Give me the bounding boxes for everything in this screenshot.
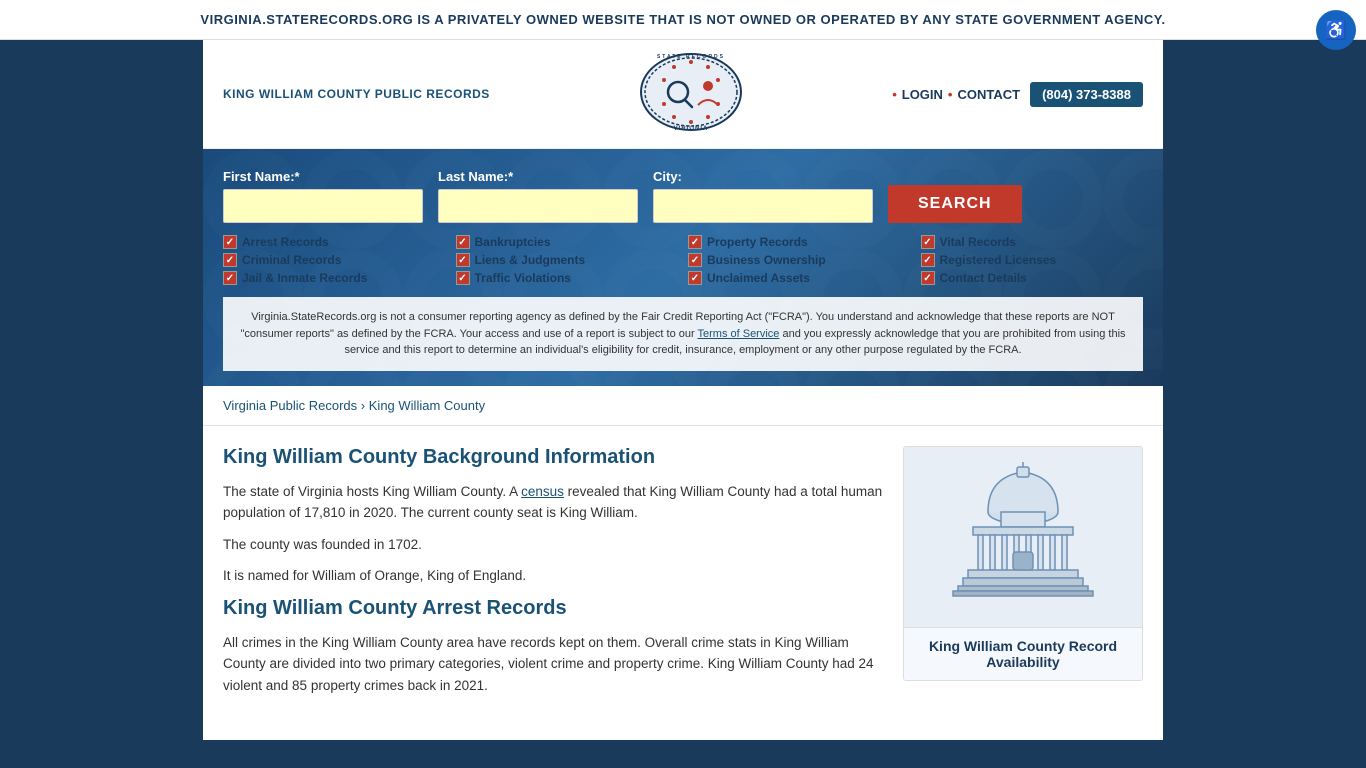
header-nav: • LOGIN • CONTACT (804) 373-8388 (892, 82, 1143, 107)
checkbox-item[interactable]: Property Records (688, 235, 911, 249)
main-wrapper: KING WILLIAM COUNTY PUBLIC RECORDS (203, 40, 1163, 740)
arrest-section-title: King William County Arrest Records (223, 597, 883, 620)
dot1: • (892, 87, 897, 102)
disclaimer: Virginia.StateRecords.org is not a consu… (223, 297, 1143, 371)
checkbox-box (456, 271, 470, 285)
checkbox-label: Vital Records (940, 235, 1016, 249)
capitol-building-icon (943, 457, 1103, 617)
svg-text:STATE RECORDS: STATE RECORDS (657, 54, 725, 60)
sidebar-card: King William County Record Availability (903, 446, 1143, 681)
banner-text: VIRGINIA.STATERECORDS.ORG IS A PRIVATELY… (200, 12, 1165, 27)
last-name-label: Last Name:* (438, 169, 638, 184)
checkbox-area: Arrest Records Bankruptcies Property Recor… (223, 235, 1143, 285)
tos-link[interactable]: Terms of Service (698, 328, 780, 340)
checkbox-item[interactable]: Vital Records (921, 235, 1144, 249)
city-field: City: (653, 169, 873, 223)
breadcrumb-separator: › (361, 398, 365, 413)
header: KING WILLIAM COUNTY PUBLIC RECORDS (203, 40, 1163, 149)
checkbox-item[interactable]: Arrest Records (223, 235, 446, 249)
breadcrumb-current: King William County (369, 398, 485, 413)
checkbox-item[interactable]: Jail & Inmate Records (223, 271, 446, 285)
checkbox-box (456, 235, 470, 249)
census-link[interactable]: census (521, 484, 564, 499)
svg-text:VIRGINIA: VIRGINIA (674, 126, 709, 132)
checkbox-box (688, 253, 702, 267)
checkbox-label: Business Ownership (707, 253, 826, 267)
arrest-para: All crimes in the King William County ar… (223, 632, 883, 697)
checkbox-label: Arrest Records (242, 235, 329, 249)
login-link[interactable]: LOGIN (902, 87, 943, 102)
last-name-input[interactable] (438, 189, 638, 223)
dot2: • (948, 87, 953, 102)
accessibility-button[interactable]: ♿ (1316, 10, 1356, 50)
bg-section-title: King William County Background Informati… (223, 446, 883, 469)
breadcrumb-link[interactable]: Virginia Public Records (223, 398, 357, 413)
content-area: King William County Background Informati… (203, 426, 1163, 727)
bg-para3: It is named for William of Orange, King … (223, 565, 883, 587)
search-area: First Name:* Last Name:* City: SEARCH Ar… (203, 149, 1163, 386)
checkbox-label: Contact Details (940, 271, 1027, 285)
checkbox-label: Liens & Judgments (475, 253, 586, 267)
checkbox-item[interactable]: Liens & Judgments (456, 253, 679, 267)
site-logo: VIRGINIA STATE RECORDS (636, 50, 746, 135)
checkbox-box (921, 235, 935, 249)
first-name-input[interactable] (223, 189, 423, 223)
bg-para1: The state of Virginia hosts King William… (223, 481, 883, 524)
checkbox-box (456, 253, 470, 267)
checkbox-box (921, 271, 935, 285)
checkbox-box (223, 253, 237, 267)
checkbox-label: Traffic Violations (475, 271, 571, 285)
checkbox-item[interactable]: Registered Licenses (921, 253, 1144, 267)
breadcrumb: Virginia Public Records › King William C… (203, 386, 1163, 426)
checkbox-label: Jail & Inmate Records (242, 271, 367, 285)
first-name-field: First Name:* (223, 169, 423, 223)
search-fields: First Name:* Last Name:* City: SEARCH (223, 169, 1143, 223)
checkbox-label: Bankruptcies (475, 235, 551, 249)
checkbox-box (223, 271, 237, 285)
checkbox-item[interactable]: Contact Details (921, 271, 1144, 285)
site-title: KING WILLIAM COUNTY PUBLIC RECORDS (223, 87, 490, 101)
sidebar-building-image (904, 447, 1142, 627)
bg-para2: The county was founded in 1702. (223, 534, 883, 556)
checkbox-item[interactable]: Bankruptcies (456, 235, 679, 249)
checkbox-item[interactable]: Business Ownership (688, 253, 911, 267)
phone-number[interactable]: (804) 373-8388 (1030, 82, 1143, 107)
checkbox-box (921, 253, 935, 267)
city-label: City: (653, 169, 873, 184)
checkbox-label: Registered Licenses (940, 253, 1057, 267)
checkbox-item[interactable]: Traffic Violations (456, 271, 679, 285)
logo-container: VIRGINIA STATE RECORDS (636, 50, 746, 138)
sidebar-card-title: King William County Record Availability (904, 627, 1142, 680)
checkbox-label: Unclaimed Assets (707, 271, 810, 285)
last-name-field: Last Name:* (438, 169, 638, 223)
checkbox-label: Property Records (707, 235, 808, 249)
checkbox-box (223, 235, 237, 249)
first-name-label: First Name:* (223, 169, 423, 184)
checkbox-item[interactable]: Unclaimed Assets (688, 271, 911, 285)
checkbox-box (688, 235, 702, 249)
checkbox-label: Criminal Records (242, 253, 341, 267)
content-sidebar: King William County Record Availability (903, 446, 1143, 707)
checkbox-item[interactable]: Criminal Records (223, 253, 446, 267)
checkbox-box (688, 271, 702, 285)
contact-link[interactable]: CONTACT (957, 87, 1020, 102)
search-button[interactable]: SEARCH (888, 185, 1022, 223)
city-input[interactable] (653, 189, 873, 223)
top-banner: VIRGINIA.STATERECORDS.ORG IS A PRIVATELY… (0, 0, 1366, 40)
content-main: King William County Background Informati… (223, 446, 883, 707)
